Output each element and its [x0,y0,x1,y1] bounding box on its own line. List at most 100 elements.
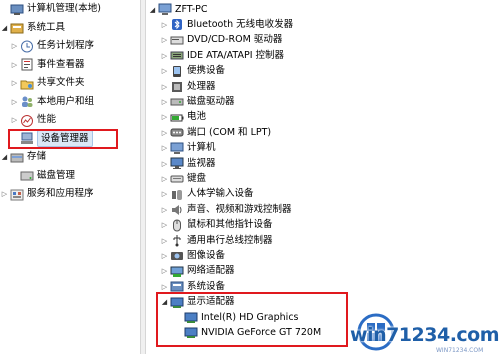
left-tree-item[interactable]: ▷ 共享文件夹 [10,74,85,92]
left-tree-item[interactable]: ▷ 事件查看器 [10,56,85,74]
mouse-icon [170,219,184,232]
system-device-icon [170,280,184,293]
collapsed-arrow-icon[interactable]: ▷ [10,79,19,87]
left-tree-item-label: 服务和应用程序 [27,188,94,199]
left-tree-item-label: 共享文件夹 [37,77,85,88]
expanded-arrow-icon[interactable]: ◢ [148,6,157,14]
port-icon [170,126,184,139]
device-tree-root[interactable]: ◢ ZFT-PC [148,2,208,17]
collapsed-arrow-icon[interactable]: ▷ [10,61,19,69]
left-tree-item-label: 本地用户和组 [37,95,95,107]
device-category[interactable]: ▷ 计算机 [160,141,216,156]
event-viewer-icon [20,58,34,71]
expanded-arrow-icon[interactable]: ◢ [160,298,169,306]
left-tree-item[interactable]: ▷ 任务计划程序 [10,37,94,55]
left-tree-item-label: 磁盘管理 [37,169,76,181]
battery-icon [170,111,184,124]
collapsed-arrow-icon[interactable]: ▷ [160,52,169,60]
device-category[interactable]: ▷ 通用串行总线控制器 [160,233,273,248]
disk-management-icon [20,169,34,182]
device-category[interactable]: ▷ 图像设备 [160,248,225,263]
collapsed-arrow-icon[interactable]: ▷ [160,21,169,29]
device-category[interactable]: ▷ 处理器 [160,79,216,94]
disk-drive-icon [170,95,184,108]
left-tree-item[interactable]: ▷ 本地用户和组 [10,93,94,111]
device-label: NVIDIA GeForce GT 720M [201,326,322,338]
storage-icon [10,151,24,164]
collapsed-arrow-icon[interactable]: ▷ [160,36,169,44]
collapsed-arrow-icon[interactable]: ▷ [160,98,169,106]
device-tree-pane: ◢ ZFT-PC ▷ Bluetooth 无线电收发器 ▷ DVD/CD-ROM 驱动器 ▷… [146,0,500,354]
display-adapter-icon [184,326,198,339]
local-users-icon [20,95,34,108]
device-category[interactable]: ▷ 磁盘驱动器 [160,94,235,109]
left-tree-item[interactable]: 设备管理器 [10,130,93,148]
device-item[interactable]: Intel(R) HD Graphics [174,310,299,325]
portable-device-icon [170,65,184,78]
watermark-text: win71234.com [350,324,500,346]
device-category[interactable]: ▷ 系统设备 [160,279,225,294]
usb-icon [170,234,184,247]
left-tree-item[interactable]: ◢ 系统工具 [0,19,65,37]
keyboard-icon [170,172,184,185]
collapsed-arrow-icon[interactable]: ▷ [160,83,169,91]
left-tree-item[interactable]: 计算机管理(本地) [0,0,101,18]
device-category[interactable]: ▷ 端口 (COM 和 LPT) [160,125,271,140]
collapsed-arrow-icon[interactable]: ▷ [10,42,19,50]
services-apps-icon [10,188,24,201]
left-tree-item-label: 存储 [27,151,47,162]
device-manager-icon [20,132,34,145]
left-tree-item[interactable]: ◢ 存储 [0,148,46,166]
expanded-arrow-icon[interactable]: ◢ [0,153,9,161]
computer-icon [170,142,184,155]
hid-icon [170,188,184,201]
collapsed-arrow-icon[interactable]: ▷ [160,113,169,121]
device-category[interactable]: ▷ 网络适配器 [160,264,235,279]
watermark: win71234.com WIN71234.COM [350,308,500,354]
collapsed-arrow-icon[interactable]: ▷ [160,67,169,75]
processor-icon [170,80,184,93]
computer-management-icon [10,3,24,16]
task-scheduler-icon [20,40,34,53]
device-category[interactable]: ▷ Bluetooth 无线电收发器 [160,17,293,32]
expanded-arrow-icon[interactable]: ◢ [0,24,9,32]
left-tree-item-label: 任务计划程序 [37,40,95,51]
collapsed-arrow-icon[interactable]: ▷ [160,252,169,260]
collapsed-arrow-icon[interactable]: ▷ [160,221,169,229]
collapsed-arrow-icon[interactable]: ▷ [0,190,9,198]
collapsed-arrow-icon[interactable]: ▷ [160,283,169,291]
device-category[interactable]: ▷ 便携设备 [160,64,225,79]
collapsed-arrow-icon[interactable]: ▷ [160,237,169,245]
device-category[interactable]: ▷ 鼠标和其他指针设备 [160,218,273,233]
collapsed-arrow-icon[interactable]: ▷ [10,98,19,106]
device-category[interactable]: ▷ IDE ATA/ATAPI 控制器 [160,48,284,63]
collapsed-arrow-icon[interactable]: ▷ [160,160,169,168]
console-tree-pane: 计算机管理(本地) ◢ 系统工具 ▷ 任务计划程序 ▷ 事件查看器 ▷ 共享文件夹 ▷ 本地用户和组… [0,0,140,354]
device-category[interactable]: ▷ 人体学输入设备 [160,187,254,202]
left-tree-item-label: 事件查看器 [37,58,85,70]
network-adapter-icon [170,265,184,278]
left-tree-item[interactable]: ▷ 服务和应用程序 [0,185,94,203]
computer-icon [158,3,172,16]
device-category[interactable]: ▷ DVD/CD-ROM 驱动器 [160,33,283,48]
collapsed-arrow-icon[interactable]: ▷ [160,129,169,137]
collapsed-arrow-icon[interactable]: ▷ [160,190,169,198]
system-tools-icon [10,21,24,34]
left-tree-item[interactable]: 磁盘管理 [10,167,75,185]
device-item[interactable]: NVIDIA GeForce GT 720M [174,325,321,340]
collapsed-arrow-icon[interactable]: ▷ [160,206,169,214]
device-category[interactable]: ▷ 电池 [160,110,206,125]
imaging-device-icon [170,249,184,262]
device-category[interactable]: ◢ 显示适配器 [160,295,235,310]
device-category[interactable]: ▷ 声音、视频和游戏控制器 [160,202,292,217]
device-category[interactable]: ▷ 键盘 [160,171,206,186]
collapsed-arrow-icon[interactable]: ▷ [160,267,169,275]
collapsed-arrow-icon[interactable]: ▷ [10,116,19,124]
collapsed-arrow-icon[interactable]: ▷ [160,175,169,183]
collapsed-arrow-icon[interactable]: ▷ [160,144,169,152]
monitor-icon [170,157,184,170]
left-tree-item-label: 系统工具 [27,21,66,33]
display-adapter-icon [170,296,184,309]
device-category[interactable]: ▷ 监视器 [160,156,216,171]
left-tree-item[interactable]: ▷ 性能 [10,111,56,129]
